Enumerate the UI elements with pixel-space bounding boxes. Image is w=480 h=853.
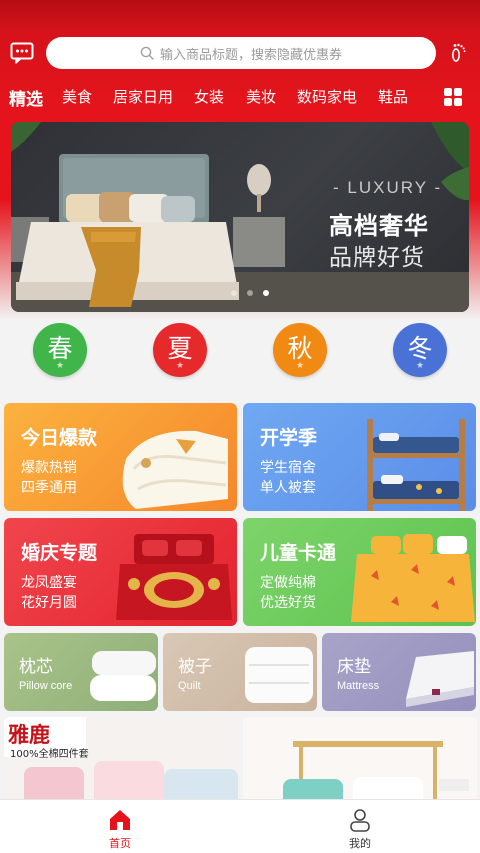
- promo-line: 四季通用: [21, 480, 77, 496]
- category-subtitle: Pillow core: [19, 680, 73, 692]
- promo-title: 今日爆款: [21, 427, 98, 449]
- season-autumn-button[interactable]: 秋 ★: [273, 323, 327, 377]
- search-input[interactable]: 输入商品标题，搜索隐藏优惠券: [46, 37, 436, 69]
- season-summer-button[interactable]: 夏 ★: [153, 323, 207, 377]
- search-placeholder: 输入商品标题，搜索隐藏优惠券: [159, 47, 342, 63]
- grid-menu-icon[interactable]: [444, 88, 462, 106]
- tab-home-goods[interactable]: 居家日用: [113, 86, 173, 107]
- tab-electronics[interactable]: 数码家电: [297, 86, 357, 107]
- brand-tagline: 100%全棉四件套: [10, 749, 89, 760]
- quilt-image: [245, 647, 313, 703]
- pagination-dot[interactable]: [247, 290, 253, 296]
- tab-womens-wear[interactable]: 女装: [194, 86, 224, 107]
- season-label: 秋: [287, 334, 313, 363]
- category-subtitle: Mattress: [337, 680, 380, 692]
- promo-card-hot-today[interactable]: 今日爆款 爆款热销 四季通用: [4, 403, 237, 511]
- star-icon: ★: [56, 361, 65, 371]
- bottom-tab-bar: 首页 我的: [0, 799, 480, 853]
- top-bar: 输入商品标题，搜索隐藏优惠券: [0, 36, 480, 70]
- promo-title: 婚庆专题: [21, 542, 98, 564]
- pagination-dot[interactable]: [231, 290, 237, 296]
- category-title: 枕芯: [19, 657, 53, 677]
- promo-line: 花好月圆: [21, 595, 77, 611]
- search-icon: [140, 46, 154, 60]
- home-icon: [110, 810, 130, 830]
- category-card-mattress[interactable]: 床垫 Mattress: [322, 633, 476, 711]
- promo-title: 开学季: [260, 427, 318, 449]
- promo-line: 定做纯棉: [260, 575, 316, 591]
- category-tabs: 精选 美食 居家日用 女装 美妆 数码家电 鞋品: [0, 86, 480, 112]
- tab-beauty[interactable]: 美妆: [246, 86, 276, 107]
- category-title: 床垫: [337, 657, 371, 677]
- pillow-image: [90, 651, 156, 701]
- category-card-pillow[interactable]: 枕芯 Pillow core: [4, 633, 158, 711]
- folded-quilt-image: [122, 430, 228, 509]
- tab-label: 我的: [349, 837, 371, 850]
- promo-line: 学生宿舍: [260, 460, 316, 476]
- message-icon[interactable]: [10, 42, 34, 64]
- promo-title: 儿童卡通: [260, 542, 337, 564]
- banner-luxury-text: - LUXURY -: [333, 178, 443, 197]
- hero-banner[interactable]: - LUXURY - 高档奢华 品牌好货: [11, 122, 469, 312]
- tab-label: 首页: [109, 837, 131, 850]
- promo-line: 单人被套: [260, 480, 316, 496]
- tab-featured[interactable]: 精选: [9, 85, 43, 110]
- promo-card-kids-cartoon[interactable]: 儿童卡通 定做纯棉 优选好货: [243, 518, 476, 626]
- tab-mine[interactable]: 我的: [330, 800, 390, 853]
- category-title: 被子: [178, 657, 212, 677]
- promo-card-wedding[interactable]: 婚庆专题 龙凤盛宴 花好月圆: [4, 518, 237, 626]
- banner-pagination: [231, 290, 269, 296]
- star-icon: ★: [296, 361, 305, 371]
- promo-line: 爆款热销: [21, 460, 77, 476]
- category-card-quilt[interactable]: 被子 Quilt: [163, 633, 317, 711]
- category-subtitle: Quilt: [178, 680, 201, 692]
- banner-subheadline: 品牌好货: [329, 245, 425, 271]
- promo-line: 优选好货: [260, 595, 316, 611]
- user-icon: [350, 809, 370, 832]
- season-winter-button[interactable]: 冬 ★: [393, 323, 447, 377]
- pagination-dot-active[interactable]: [263, 290, 269, 296]
- mattress-image: [406, 651, 474, 707]
- kids-bedding-image: [351, 534, 475, 622]
- footprint-icon[interactable]: [448, 41, 470, 65]
- promo-card-back-to-school[interactable]: 开学季 学生宿舍 单人被套: [243, 403, 476, 511]
- tab-home[interactable]: 首页: [90, 800, 150, 853]
- season-label: 冬: [407, 334, 433, 363]
- wedding-bedding-image: [116, 534, 232, 620]
- season-label: 夏: [167, 334, 193, 363]
- banner-headline: 高档奢华: [329, 212, 429, 240]
- tab-food[interactable]: 美食: [62, 86, 92, 107]
- bunk-bed-image: [367, 419, 465, 511]
- home-page: 输入商品标题，搜索隐藏优惠券 精选 美食 居家日用 女装 美妆 数码家电 鞋品: [0, 0, 480, 853]
- product-card[interactable]: [243, 717, 477, 807]
- season-label: 春: [47, 334, 73, 363]
- product-image: [243, 717, 477, 807]
- product-card[interactable]: 雅鹿 100%全棉四件套: [4, 717, 238, 807]
- star-icon: ★: [416, 361, 425, 371]
- star-icon: ★: [176, 361, 185, 371]
- tab-shoes[interactable]: 鞋品: [378, 86, 408, 107]
- promo-line: 龙凤盛宴: [21, 575, 77, 591]
- season-spring-button[interactable]: 春 ★: [33, 323, 87, 377]
